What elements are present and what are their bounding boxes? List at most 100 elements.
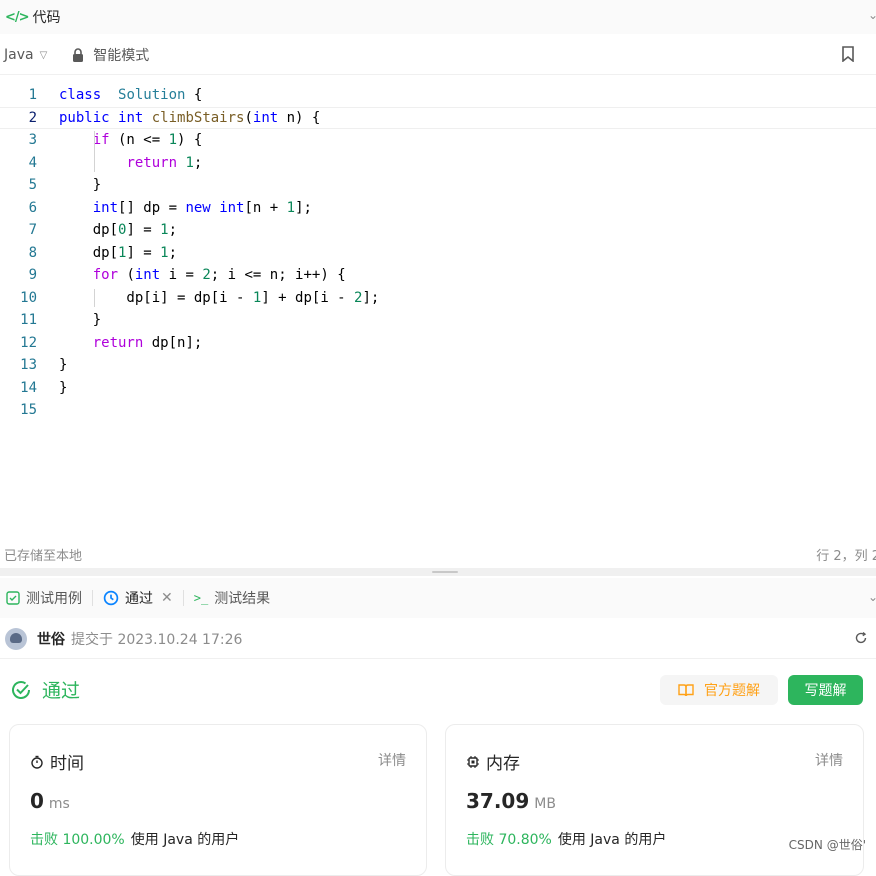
- code-token: int: [219, 199, 245, 216]
- code-token: class: [59, 87, 102, 104]
- chevron-down-icon[interactable]: ⌄: [868, 590, 876, 604]
- code-brackets-icon: </>: [5, 9, 30, 25]
- line-number: 15: [20, 402, 37, 419]
- code-token: new: [185, 199, 211, 216]
- code-line[interactable]: 3 if (n <= 1) {: [0, 129, 876, 152]
- code-text: return 1;: [59, 155, 202, 171]
- splitter-grip[interactable]: [432, 571, 458, 573]
- code-token: climbStairs: [151, 109, 245, 126]
- line-number: 14: [20, 379, 37, 396]
- memory-title: 内存: [466, 749, 520, 774]
- avatar[interactable]: [5, 628, 27, 650]
- code-line[interactable]: 9 for (int i = 2; i <= n; i++) {: [0, 264, 876, 287]
- memory-unit: MB: [534, 796, 556, 812]
- refresh-icon[interactable]: [854, 631, 868, 645]
- memory-details-link[interactable]: 详情: [815, 750, 843, 770]
- runtime-details-link[interactable]: 详情: [378, 750, 406, 770]
- code-line[interactable]: 2 public int climbStairs(int n) {: [0, 106, 876, 129]
- chip-icon: [467, 755, 479, 768]
- close-icon[interactable]: ✕: [161, 590, 173, 606]
- code-line[interactable]: 13}: [0, 354, 876, 377]
- official-solution-button[interactable]: 官方题解: [660, 675, 778, 705]
- runtime-beats: 击败 100.00% 使用 Java 的用户: [30, 829, 239, 849]
- code-text: public int climbStairs(int n) {: [59, 110, 320, 126]
- history-icon: [103, 590, 119, 606]
- tab-testcase[interactable]: 测试用例: [0, 584, 88, 612]
- write-solution-button[interactable]: 写题解: [788, 675, 863, 705]
- editor-toolbar: Java ▽ 智能模式 ꜝ: [0, 36, 876, 75]
- chevron-down-icon[interactable]: ⌄: [868, 8, 876, 22]
- code-panel-header: </> 代码 ⌄: [0, 0, 876, 34]
- tab-passed-label: 通过: [125, 591, 153, 607]
- code-token: ];: [362, 289, 380, 306]
- indent-guide: [93, 288, 95, 307]
- bookmark-icon[interactable]: [842, 46, 854, 62]
- stopwatch-icon: [31, 755, 43, 769]
- smart-mode-indicator[interactable]: 智能模式: [71, 45, 149, 65]
- code-token: 1: [160, 244, 169, 261]
- tab-test-result[interactable]: >_ 测试结果: [188, 584, 276, 612]
- code-line[interactable]: 4 return 1;: [0, 152, 876, 175]
- line-number: 3: [28, 132, 37, 149]
- line-number: 8: [28, 244, 37, 261]
- editor-status-bar: 已存储至本地 行 2，列 2: [0, 541, 876, 567]
- runtime-card: 时间 详情 0 ms 击败 100.00% 使用 Java 的用户: [9, 724, 427, 876]
- code-token: [] dp =: [118, 199, 186, 216]
- status-row: 通过 官方题解 写题解: [0, 670, 876, 710]
- code-text: }: [59, 357, 67, 373]
- chevron-down-icon: ▽: [39, 49, 48, 61]
- smart-mode-label: 智能模式: [93, 48, 150, 64]
- line-number: 13: [20, 357, 37, 374]
- code-text: }: [59, 312, 101, 328]
- code-token: 2: [202, 267, 211, 284]
- tab-passed[interactable]: 通过 ✕: [97, 584, 179, 612]
- code-line[interactable]: 15: [0, 399, 876, 422]
- tab-divider: [182, 590, 184, 606]
- memory-beats: 击败 70.80% 使用 Java 的用户: [466, 829, 666, 849]
- line-number: 12: [20, 334, 37, 351]
- panel-splitter[interactable]: [0, 568, 876, 576]
- runtime-label: 时间: [50, 754, 84, 774]
- code-token: ] =: [126, 222, 161, 239]
- book-icon: [678, 684, 694, 697]
- code-line[interactable]: 6 int[] dp = new int[n + 1];: [0, 197, 876, 220]
- line-number: 10: [20, 289, 37, 306]
- code-token: {: [185, 87, 203, 104]
- code-token: dp[n];: [143, 334, 203, 351]
- memory-value-wrap: 37.09 MB: [466, 789, 556, 813]
- code-editor[interactable]: 1 class Solution {2 public int climbStairs…: [0, 84, 876, 524]
- code-token: int: [92, 199, 119, 216]
- line-number: 6: [28, 199, 37, 216]
- runtime-unit: ms: [48, 796, 70, 812]
- code-token: dp[: [59, 222, 119, 239]
- runtime-beats-percent: 击败 100.00%: [30, 832, 125, 848]
- saved-status: 已存储至本地: [4, 548, 83, 564]
- checkbox-icon: [6, 591, 20, 605]
- code-line[interactable]: 7 dp[0] = 1;: [0, 219, 876, 242]
- code-line[interactable]: 12 return dp[n];: [0, 332, 876, 355]
- status-accepted: 通过: [10, 676, 80, 703]
- language-select[interactable]: Java ▽: [4, 47, 47, 63]
- runtime-value-wrap: 0 ms: [30, 789, 70, 813]
- result-tabs: 测试用例 通过 ✕ >_ 测试结果 ⌄: [0, 578, 876, 618]
- code-line[interactable]: 1 class Solution {: [0, 84, 876, 107]
- code-line[interactable]: 5 }: [0, 174, 876, 197]
- code-token: 1: [160, 222, 169, 239]
- code-line[interactable]: 11 }: [0, 309, 876, 332]
- watermark: CSDN @世俗': [788, 838, 866, 852]
- code-token: int: [252, 109, 279, 126]
- tab-testcase-label: 测试用例: [26, 591, 82, 607]
- username[interactable]: 世俗: [37, 629, 65, 649]
- code-line[interactable]: 14}: [0, 377, 876, 400]
- code-token: return: [126, 154, 178, 171]
- code-line[interactable]: 8 dp[1] = 1;: [0, 242, 876, 265]
- memory-card: 内存 详情 37.09 MB 击败 70.80% 使用 Java 的用户: [445, 724, 864, 876]
- code-token: return: [92, 334, 144, 351]
- code-line[interactable]: 10 dp[i] = dp[i - 1] + dp[i - 2];: [0, 287, 876, 310]
- official-solution-label: 官方题解: [704, 683, 760, 699]
- code-token: ;: [193, 154, 203, 171]
